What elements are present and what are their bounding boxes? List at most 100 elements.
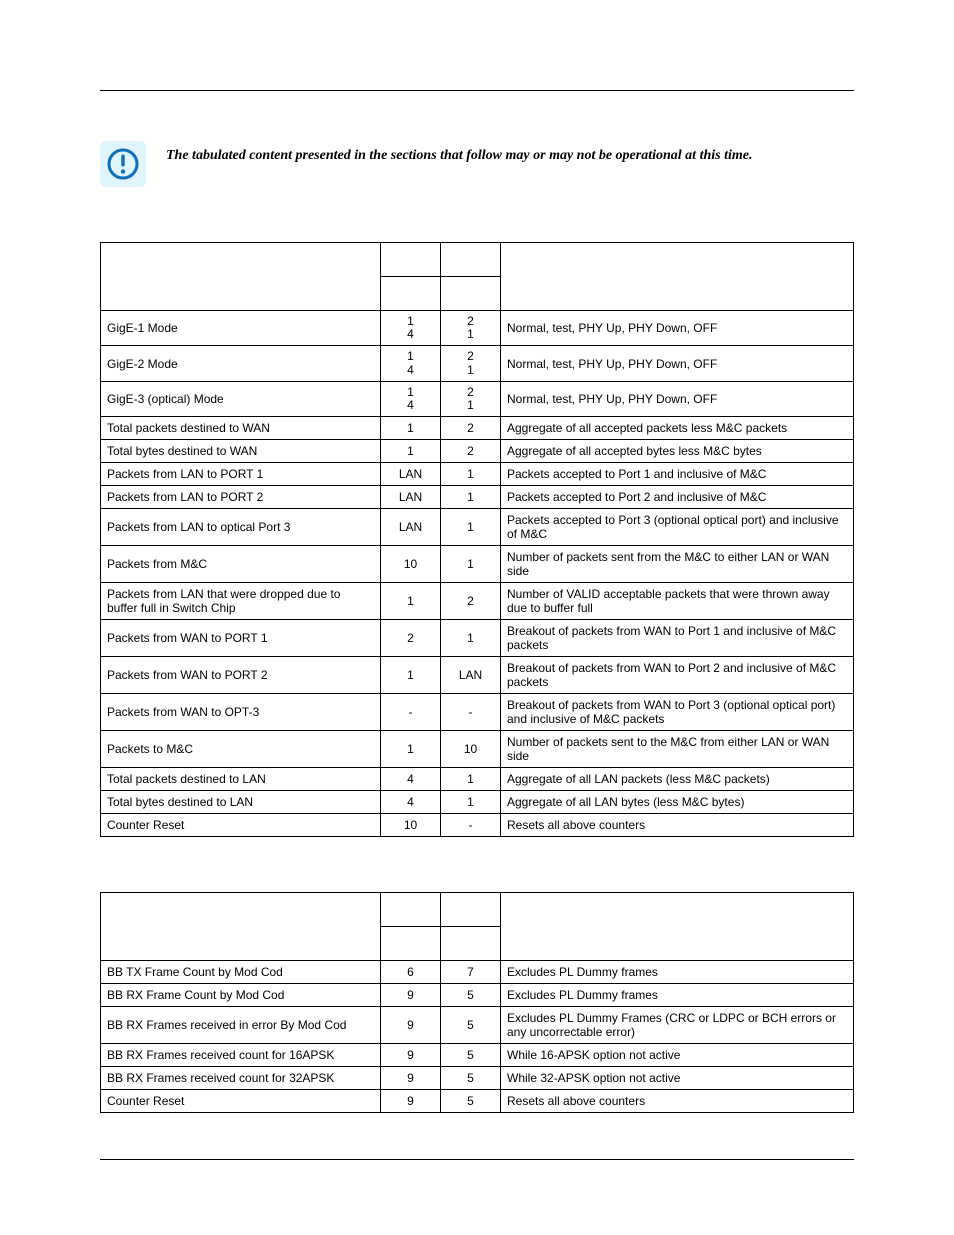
row-col2: 1 — [381, 417, 441, 440]
table-row: Packets from LAN to optical Port 3 LAN 1… — [101, 509, 854, 546]
table-header-row — [101, 243, 854, 277]
table-row: Total packets destined to WAN 1 2 Aggreg… — [101, 417, 854, 440]
row-col3: 5 — [441, 984, 501, 1007]
row-col3: - — [441, 814, 501, 837]
row-col2: 9 — [381, 1090, 441, 1113]
row-col2: 14 — [381, 381, 441, 416]
row-desc: While 32-APSK option not active — [501, 1067, 854, 1090]
row-col2: 10 — [381, 546, 441, 583]
row-desc: Number of packets sent to the M&C from e… — [501, 731, 854, 768]
row-desc: Number of packets sent from the M&C to e… — [501, 546, 854, 583]
row-label: GigE-1 Mode — [101, 311, 381, 346]
row-label: BB TX Frame Count by Mod Cod — [101, 961, 381, 984]
document-page: The tabulated content presented in the s… — [0, 0, 954, 1235]
row-desc: Aggregate of all LAN bytes (less M&C byt… — [501, 791, 854, 814]
row-desc: Aggregate of all accepted bytes less M&C… — [501, 440, 854, 463]
row-desc: Packets accepted to Port 3 (optional opt… — [501, 509, 854, 546]
row-col2: 4 — [381, 791, 441, 814]
row-label: Total packets destined to LAN — [101, 768, 381, 791]
row-col2: 9 — [381, 984, 441, 1007]
table-row: Packets from WAN to OPT-3 - - Breakout o… — [101, 694, 854, 731]
row-col2: LAN — [381, 486, 441, 509]
row-label: Packets from WAN to PORT 1 — [101, 620, 381, 657]
row-label: Packets from LAN to PORT 1 — [101, 463, 381, 486]
row-col2: 1 — [381, 731, 441, 768]
row-desc: Packets accepted to Port 1 and inclusive… — [501, 463, 854, 486]
bottom-border-rule — [100, 1159, 854, 1160]
row-col2: 14 — [381, 346, 441, 381]
row-col2: 1 — [381, 583, 441, 620]
row-col2: 2 — [381, 620, 441, 657]
row-label: BB RX Frames received count for 16APSK — [101, 1044, 381, 1067]
row-label: Total packets destined to WAN — [101, 417, 381, 440]
row-col3: 2 — [441, 417, 501, 440]
row-col3: - — [441, 694, 501, 731]
row-desc: Packets accepted to Port 2 and inclusive… — [501, 486, 854, 509]
table-row: Total bytes destined to LAN 4 1 Aggregat… — [101, 791, 854, 814]
row-col2: LAN — [381, 509, 441, 546]
row-col2: 14 — [381, 311, 441, 346]
table-row: Counter Reset 10 - Resets all above coun… — [101, 814, 854, 837]
row-label: Counter Reset — [101, 1090, 381, 1113]
row-label: Packets from WAN to PORT 2 — [101, 657, 381, 694]
row-col3: 1 — [441, 486, 501, 509]
row-desc: Breakout of packets from WAN to Port 3 (… — [501, 694, 854, 731]
table-row: BB RX Frame Count by Mod Cod 9 5 Exclude… — [101, 984, 854, 1007]
row-col2: LAN — [381, 463, 441, 486]
table-row: GigE-2 Mode 14 21 Normal, test, PHY Up, … — [101, 346, 854, 381]
table-row: BB RX Frames received count for 32APSK 9… — [101, 1067, 854, 1090]
row-col3: 5 — [441, 1007, 501, 1044]
table-row: Packets from LAN to PORT 1 LAN 1 Packets… — [101, 463, 854, 486]
row-col3: 1 — [441, 463, 501, 486]
row-label: GigE-2 Mode — [101, 346, 381, 381]
row-col3: 7 — [441, 961, 501, 984]
row-label: BB RX Frames received in error By Mod Co… — [101, 1007, 381, 1044]
row-desc: Aggregate of all accepted packets less M… — [501, 417, 854, 440]
row-label: BB RX Frame Count by Mod Cod — [101, 984, 381, 1007]
row-desc: Normal, test, PHY Up, PHY Down, OFF — [501, 381, 854, 416]
row-label: Packets to M&C — [101, 731, 381, 768]
row-label: Packets from WAN to OPT-3 — [101, 694, 381, 731]
row-col3: 1 — [441, 620, 501, 657]
statistics-table-2: BB TX Frame Count by Mod Cod 6 7 Exclude… — [100, 892, 854, 1113]
row-label: Packets from LAN to optical Port 3 — [101, 509, 381, 546]
row-desc: Excludes PL Dummy frames — [501, 984, 854, 1007]
row-col2: 10 — [381, 814, 441, 837]
table-row: BB TX Frame Count by Mod Cod 6 7 Exclude… — [101, 961, 854, 984]
row-desc: Breakout of packets from WAN to Port 2 a… — [501, 657, 854, 694]
row-col2: 9 — [381, 1067, 441, 1090]
row-label: Total bytes destined to LAN — [101, 791, 381, 814]
row-col3: 21 — [441, 311, 501, 346]
top-border-rule — [100, 90, 854, 91]
table-row: Packets from LAN that were dropped due t… — [101, 583, 854, 620]
table-row: Packets from M&C 10 1 Number of packets … — [101, 546, 854, 583]
statistics-table-1: GigE-1 Mode 14 21 Normal, test, PHY Up, … — [100, 242, 854, 837]
table-row: Total bytes destined to WAN 1 2 Aggregat… — [101, 440, 854, 463]
table-row: Packets from WAN to PORT 2 1 LAN Breakou… — [101, 657, 854, 694]
row-label: GigE-3 (optical) Mode — [101, 381, 381, 416]
row-desc: Normal, test, PHY Up, PHY Down, OFF — [501, 311, 854, 346]
notice-block: The tabulated content presented in the s… — [100, 141, 854, 187]
row-col3: 1 — [441, 791, 501, 814]
table-row: GigE-3 (optical) Mode 14 21 Normal, test… — [101, 381, 854, 416]
row-desc: Excludes PL Dummy Frames (CRC or LDPC or… — [501, 1007, 854, 1044]
row-label: Packets from LAN to PORT 2 — [101, 486, 381, 509]
table-row: Packets from LAN to PORT 2 LAN 1 Packets… — [101, 486, 854, 509]
alert-icon — [100, 141, 146, 187]
table-row: BB RX Frames received count for 16APSK 9… — [101, 1044, 854, 1067]
row-col2: 9 — [381, 1007, 441, 1044]
row-col2: 6 — [381, 961, 441, 984]
table-row: Total packets destined to LAN 4 1 Aggreg… — [101, 768, 854, 791]
table-row: Counter Reset 9 5 Resets all above count… — [101, 1090, 854, 1113]
row-col2: 4 — [381, 768, 441, 791]
table-header-row — [101, 893, 854, 927]
row-col3: 5 — [441, 1044, 501, 1067]
row-label: Counter Reset — [101, 814, 381, 837]
table-row: GigE-1 Mode 14 21 Normal, test, PHY Up, … — [101, 311, 854, 346]
row-col3: 5 — [441, 1090, 501, 1113]
row-col3: 2 — [441, 583, 501, 620]
row-col2: 9 — [381, 1044, 441, 1067]
row-col3: LAN — [441, 657, 501, 694]
notice-text: The tabulated content presented in the s… — [166, 141, 752, 165]
row-col3: 1 — [441, 509, 501, 546]
